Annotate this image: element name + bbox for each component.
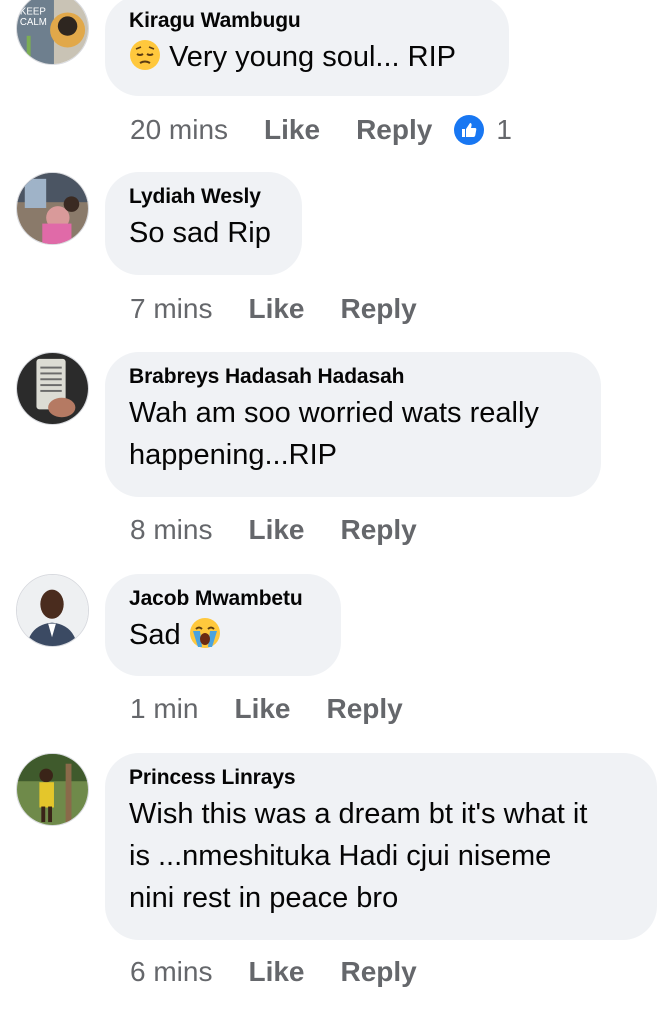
thumbs-up-icon	[454, 115, 485, 145]
comment-text: Wah am soo worried wats really happening…	[129, 392, 579, 476]
reply-button[interactable]: Reply	[341, 956, 417, 988]
pensive-face-emoji-icon	[129, 39, 161, 71]
comment-text: Very young soul... RIP	[129, 36, 487, 78]
avatar-image	[17, 575, 88, 646]
like-button[interactable]: Like	[248, 514, 304, 546]
comment-text: Wish this was a dream bt it's what it is…	[129, 793, 635, 919]
comment-author[interactable]: Kiragu Wambugu	[129, 8, 487, 34]
reaction-count-value: 1	[496, 114, 512, 145]
comment-author[interactable]: Jacob Mwambetu	[129, 586, 319, 612]
like-button[interactable]: Like	[264, 114, 320, 146]
comment-bubble: Jacob Mwambetu Sad	[105, 574, 341, 676]
avatar[interactable]: KEEP CALM	[16, 0, 89, 65]
comment-actions: 7 mins Like Reply	[130, 291, 417, 327]
comment-text-line: is ...nmeshituka Hadi cjui niseme	[129, 840, 552, 872]
comment-timestamp[interactable]: 8 mins	[130, 514, 212, 546]
comment-bubble: Kiragu Wambugu Very young soul... RIP	[105, 0, 509, 96]
like-button[interactable]: Like	[248, 293, 304, 325]
avatar-image	[17, 173, 88, 244]
avatar-image	[17, 754, 88, 825]
comment-author[interactable]: Brabreys Hadasah Hadasah	[129, 364, 579, 390]
comment-text-line: happening...RIP	[129, 439, 337, 471]
reaction-count[interactable]: 1	[454, 114, 512, 146]
comment-actions: 8 mins Like Reply	[130, 512, 417, 548]
reply-button[interactable]: Reply	[341, 293, 417, 325]
avatar[interactable]	[16, 352, 89, 425]
comment-actions: 6 mins Like Reply	[130, 954, 417, 990]
comment-bubble: Princess Linrays Wish this was a dream b…	[105, 753, 657, 940]
comment-timestamp[interactable]: 1 min	[130, 693, 198, 725]
avatar[interactable]	[16, 172, 89, 245]
like-button[interactable]: Like	[248, 956, 304, 988]
svg-text:KEEP: KEEP	[20, 6, 46, 17]
comment-bubble: Brabreys Hadasah Hadasah Wah am soo worr…	[105, 352, 601, 497]
comment-timestamp[interactable]: 20 mins	[130, 114, 228, 146]
reply-button[interactable]: Reply	[327, 693, 403, 725]
reply-button[interactable]: Reply	[341, 514, 417, 546]
avatar[interactable]	[16, 574, 89, 647]
comment-text-line: Wah am soo worried wats really	[129, 397, 539, 429]
comment-timestamp[interactable]: 6 mins	[130, 956, 212, 988]
reply-button[interactable]: Reply	[356, 114, 432, 146]
comment-timestamp[interactable]: 7 mins	[130, 293, 212, 325]
comment-text: So sad Rip	[129, 217, 271, 249]
comment-author[interactable]: Princess Linrays	[129, 765, 635, 791]
loudly-crying-face-emoji-icon	[189, 617, 221, 649]
avatar-image: KEEP CALM	[17, 0, 88, 64]
comment-author[interactable]: Lydiah Wesly	[129, 184, 280, 210]
svg-text:CALM: CALM	[20, 17, 47, 28]
comment-actions: 1 min Like Reply	[130, 691, 403, 727]
comment-bubble: Lydiah Wesly So sad Rip	[105, 172, 302, 275]
comment-text: Sad	[129, 614, 319, 656]
avatar-image	[17, 353, 88, 424]
comment-actions: 20 mins Like Reply 1	[130, 112, 512, 148]
comment-text-content: Very young soul... RIP	[169, 41, 456, 73]
comment-text-line: nini rest in peace bro	[129, 882, 399, 914]
avatar[interactable]	[16, 753, 89, 826]
like-button[interactable]: Like	[234, 693, 290, 725]
comment-text-content: Sad	[129, 619, 181, 651]
comment-text-line: Wish this was a dream bt it's what it	[129, 798, 588, 830]
